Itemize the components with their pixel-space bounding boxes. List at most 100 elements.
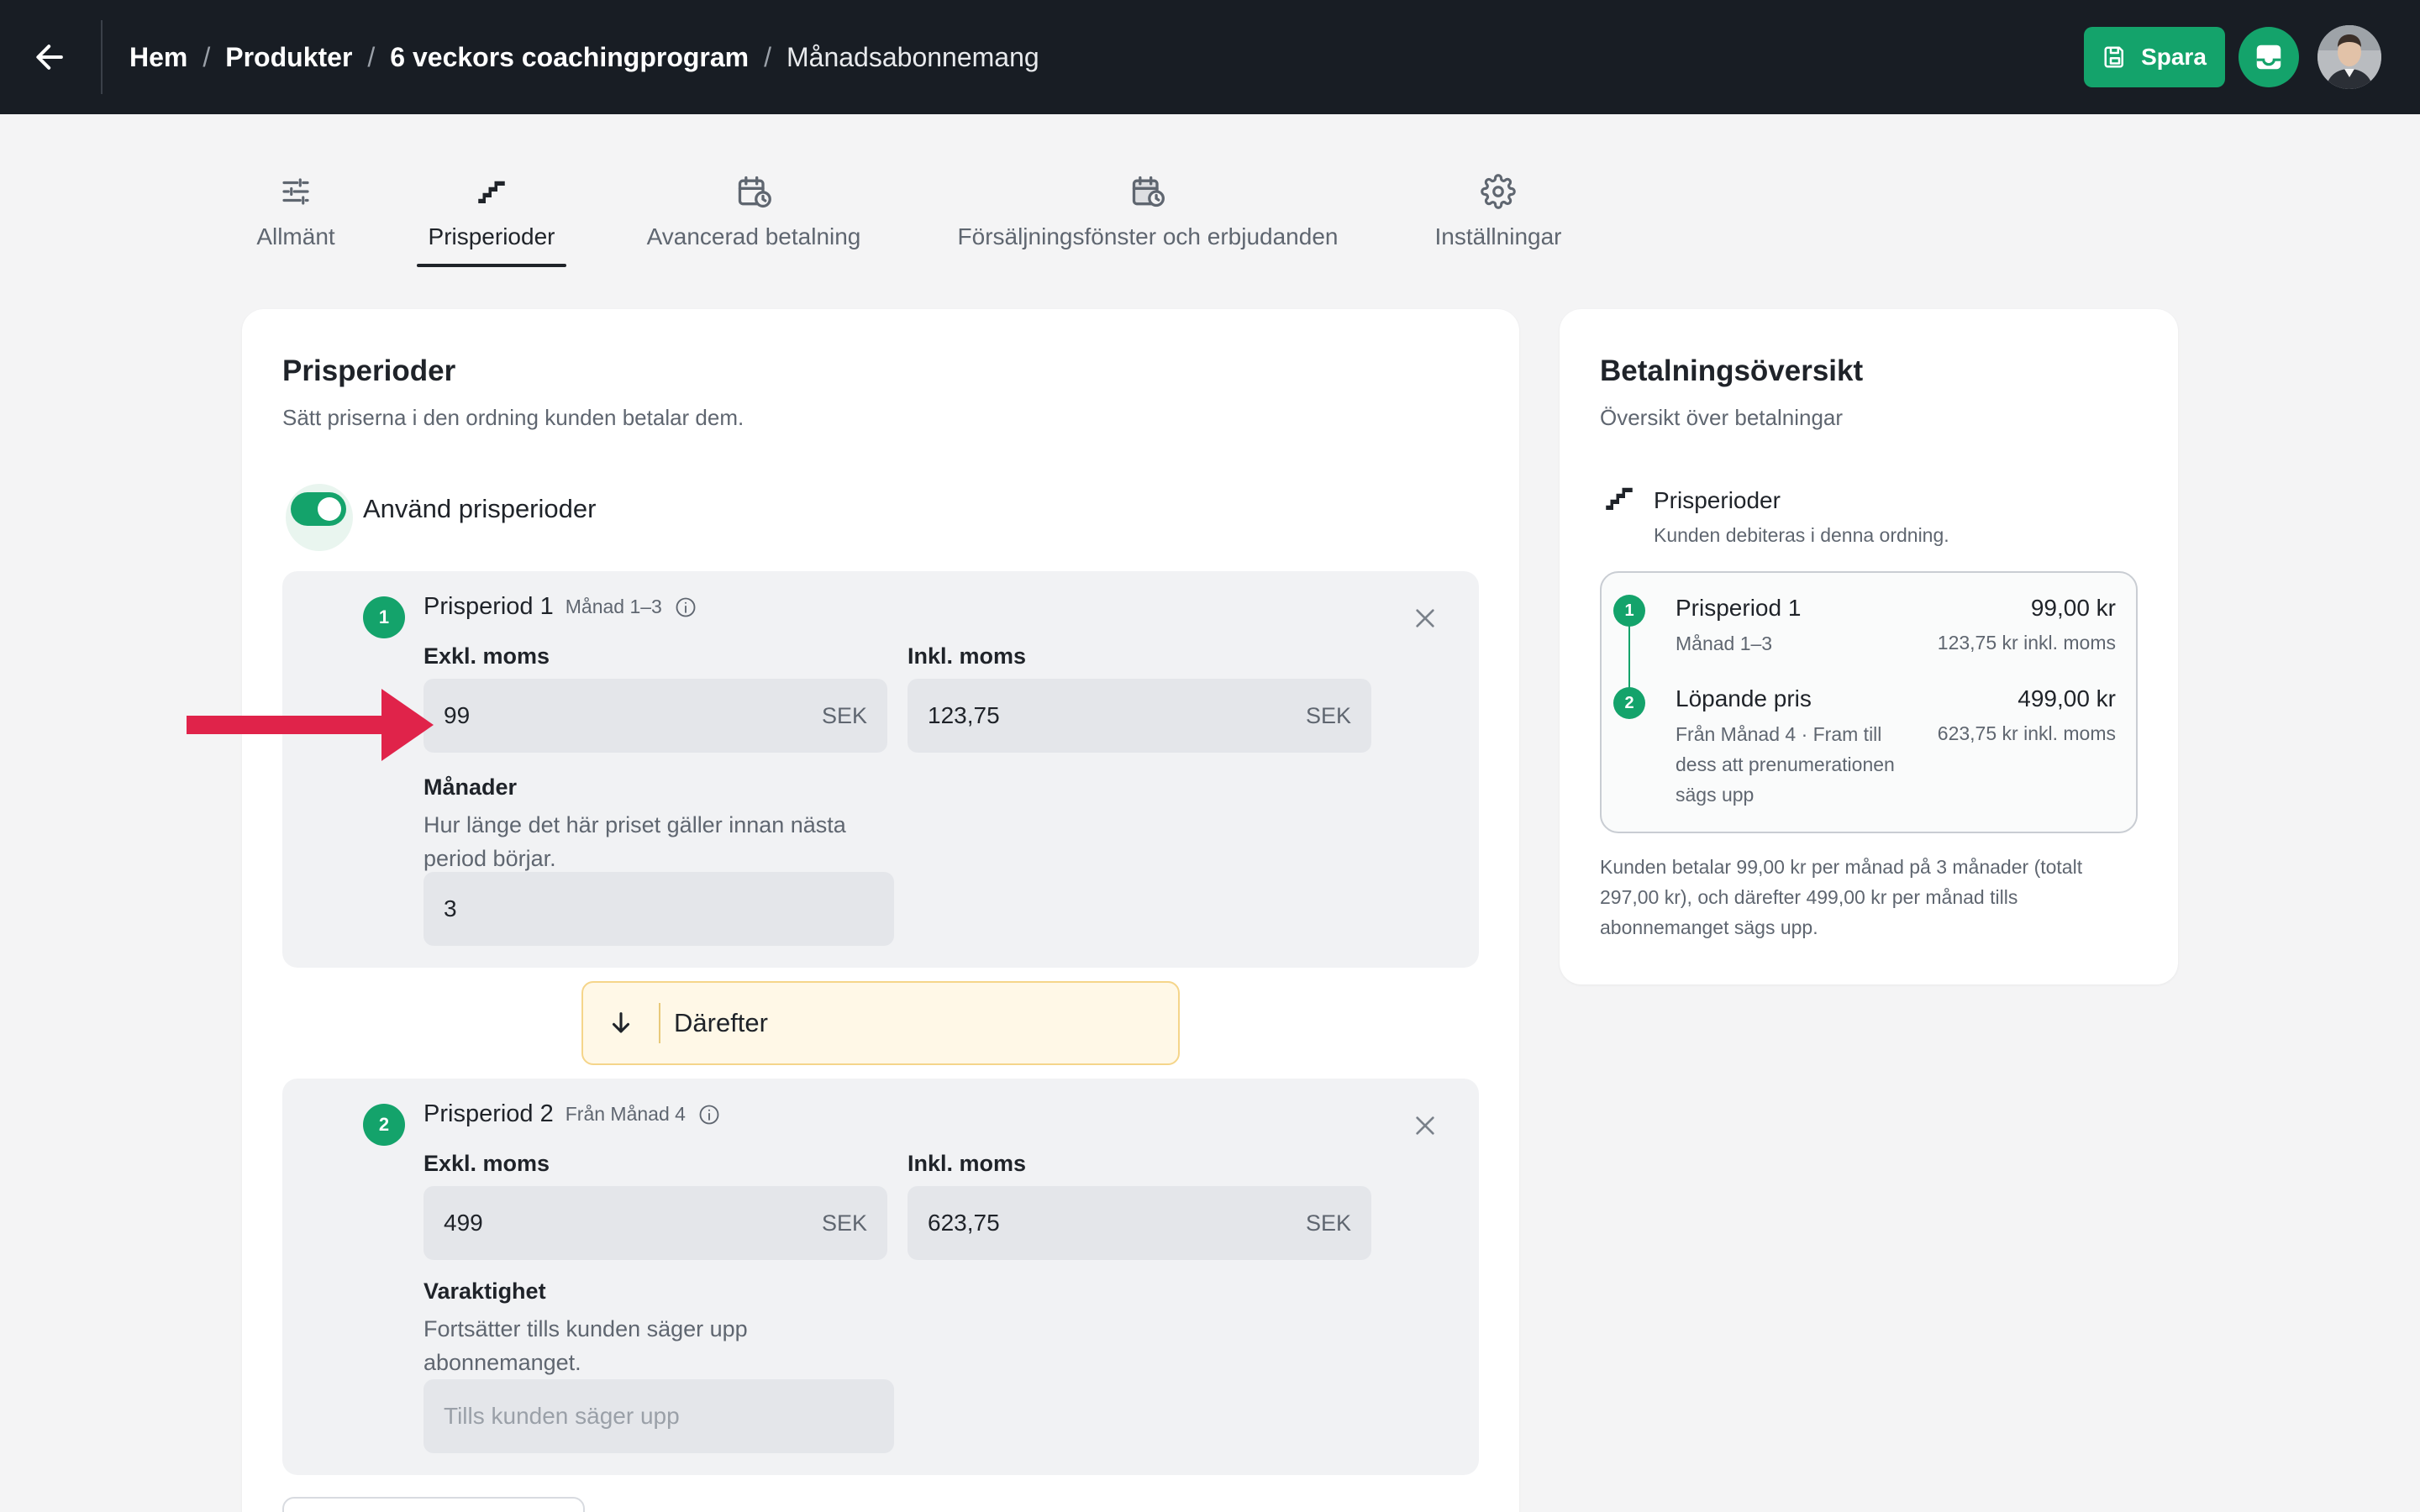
input-value: 3	[444, 895, 457, 921]
card-subtitle: Sätt priserna i den ordning kunden betal…	[282, 405, 744, 430]
tab-advanced-payment[interactable]: Avancerad betalning	[640, 168, 867, 269]
incl-vat-input[interactable]: 623,75 SEK	[908, 1186, 1371, 1260]
period-range: Månad 1–3	[565, 596, 662, 617]
summary-item-price: 99,00 kr	[2030, 595, 2116, 621]
info-icon[interactable]	[674, 596, 697, 619]
tab-label: Allmänt	[256, 223, 335, 249]
breadcrumb-product[interactable]: 6 veckors coachingprogram	[390, 42, 749, 73]
period-header: Prisperiod 1 Månad 1–3	[424, 593, 697, 621]
incl-vat-input[interactable]: 123,75 SEK	[908, 679, 1371, 753]
save-button[interactable]: Spara	[2084, 27, 2225, 87]
tab-label: Avancerad betalning	[646, 223, 861, 249]
price-period-1: 1 Prisperiod 1 Månad 1–3 Exkl. moms Inkl…	[282, 571, 1479, 968]
incl-vat-label: Inkl. moms	[908, 1151, 1027, 1176]
duration-input[interactable]: Tills kunden säger upp	[424, 1379, 894, 1453]
summary-item-title: Prisperiod 1	[1676, 595, 1802, 621]
input-placeholder: Tills kunden säger upp	[444, 1403, 680, 1429]
price-period-2: 2 Prisperiod 2 Från Månad 4 Exkl. moms I…	[282, 1079, 1479, 1475]
stairs-icon	[1602, 480, 1637, 520]
annotation-arrow-icon	[187, 689, 434, 761]
remove-period-button[interactable]	[1408, 1109, 1442, 1142]
inbox-button[interactable]	[2238, 27, 2299, 87]
top-bar: Hem / Produkter / 6 veckors coachingprog…	[0, 0, 2420, 114]
tab-price-periods[interactable]: Prisperioder	[417, 168, 566, 269]
inbox-icon	[2256, 45, 2281, 70]
breadcrumb-separator: /	[203, 41, 211, 72]
topbar-divider	[101, 20, 103, 94]
months-input[interactable]: 3	[424, 872, 894, 946]
breadcrumb-separator: /	[367, 41, 376, 72]
thereafter-label: Därefter	[674, 1008, 768, 1037]
arrow-left-icon	[36, 45, 63, 70]
breadcrumb-products[interactable]: Produkter	[225, 42, 352, 73]
tab-bar: Allmänt Prisperioder Avancerad betalning…	[0, 168, 2420, 269]
use-price-periods-toggle[interactable]	[291, 492, 346, 526]
months-label: Månader	[424, 774, 518, 800]
step-number: 1	[1613, 595, 1645, 627]
summary-item-price-incl: 623,75 kr inkl. moms	[1937, 722, 2116, 744]
tab-label: Prisperioder	[428, 223, 555, 249]
input-value: 499	[444, 1210, 483, 1236]
user-photo-icon	[2317, 25, 2381, 89]
summary-item-sub: Från Månad 4 · Fram till dess att prenum…	[1676, 723, 1895, 806]
excl-vat-input[interactable]: 99 SEK	[424, 679, 887, 753]
tab-settings[interactable]: Inställningar	[1428, 168, 1568, 269]
close-icon	[1416, 609, 1434, 627]
currency-suffix: SEK	[1305, 702, 1351, 728]
excl-vat-input[interactable]: 499 SEK	[424, 1186, 887, 1260]
excl-vat-label: Exkl. moms	[424, 643, 550, 669]
breadcrumb-separator: /	[764, 41, 771, 72]
currency-suffix: SEK	[821, 1210, 867, 1236]
active-tab-indicator	[417, 264, 566, 267]
breadcrumb-current: Månadsabonnemang	[786, 41, 1039, 72]
calendar-clock-icon	[1129, 168, 1166, 215]
period-header: Prisperiod 2 Från Månad 4	[424, 1100, 721, 1128]
thereafter-connector: Därefter	[581, 981, 1180, 1065]
input-value: 123,75	[928, 702, 1000, 728]
stairs-icon	[474, 168, 509, 215]
period-name: Prisperiod 2	[424, 1100, 554, 1127]
payment-overview-card: Betalningsöversikt Översikt över betalni…	[1560, 309, 2178, 984]
card-title: Prisperioder	[282, 354, 456, 387]
divider	[659, 1003, 660, 1043]
summary-item-title: Löpande pris	[1676, 685, 1812, 711]
calendar-clock-icon	[735, 168, 772, 215]
price-periods-card: Prisperioder Sätt priserna i den ordning…	[242, 309, 1519, 1512]
remove-period-button[interactable]	[1408, 601, 1442, 635]
info-icon[interactable]	[697, 1103, 721, 1126]
summary-item-price-incl: 123,75 kr inkl. moms	[1937, 632, 2116, 654]
tab-general[interactable]: Allmänt	[249, 168, 343, 269]
period-name: Prisperiod 1	[424, 593, 554, 620]
step-number: 2	[1613, 687, 1645, 719]
tab-label: Försäljningsfönster och erbjudanden	[957, 223, 1339, 249]
section-header: Prisperioder	[1602, 480, 1781, 520]
card-title: Betalningsöversikt	[1600, 354, 1864, 387]
section-title: Prisperioder	[1654, 486, 1781, 513]
summary-item-price: 499,00 kr	[2018, 685, 2116, 711]
close-icon	[1416, 1116, 1434, 1135]
months-help: Hur länge det här priset gäller innan nä…	[424, 812, 846, 871]
back-button[interactable]	[25, 32, 76, 82]
period-summary-list: 1 Prisperiod 1 Månad 1–3 99,00 kr 123,75…	[1600, 571, 2138, 833]
card-subtitle: Översikt över betalningar	[1600, 405, 1844, 430]
breadcrumb-home[interactable]: Hem	[129, 42, 187, 73]
tab-label: Inställningar	[1434, 223, 1562, 249]
sliders-icon	[278, 168, 313, 215]
input-value: 623,75	[928, 1210, 1000, 1236]
tab-sales-window[interactable]: Försäljningsfönster och erbjudanden	[950, 168, 1346, 269]
arrow-down-icon	[583, 1009, 659, 1037]
incl-vat-label: Inkl. moms	[908, 643, 1027, 669]
add-period-button[interactable]	[282, 1497, 585, 1512]
duration-help: Fortsätter tills kunden säger upp abonne…	[424, 1316, 748, 1375]
step-number: 2	[363, 1104, 405, 1146]
payment-summary-text: Kunden betalar 99,00 kr per månad på 3 m…	[1600, 856, 2083, 938]
currency-suffix: SEK	[821, 702, 867, 728]
toggle-label: Använd prisperioder	[363, 494, 597, 523]
excl-vat-label: Exkl. moms	[424, 1151, 550, 1176]
period-range: Från Månad 4	[565, 1103, 686, 1125]
section-subtitle: Kunden debiteras i denna ordning.	[1654, 524, 1949, 546]
save-button-label: Spara	[2141, 44, 2207, 70]
duration-label: Varaktighet	[424, 1278, 546, 1304]
summary-item-sub: Månad 1–3	[1676, 633, 1773, 654]
avatar[interactable]	[2317, 25, 2381, 89]
